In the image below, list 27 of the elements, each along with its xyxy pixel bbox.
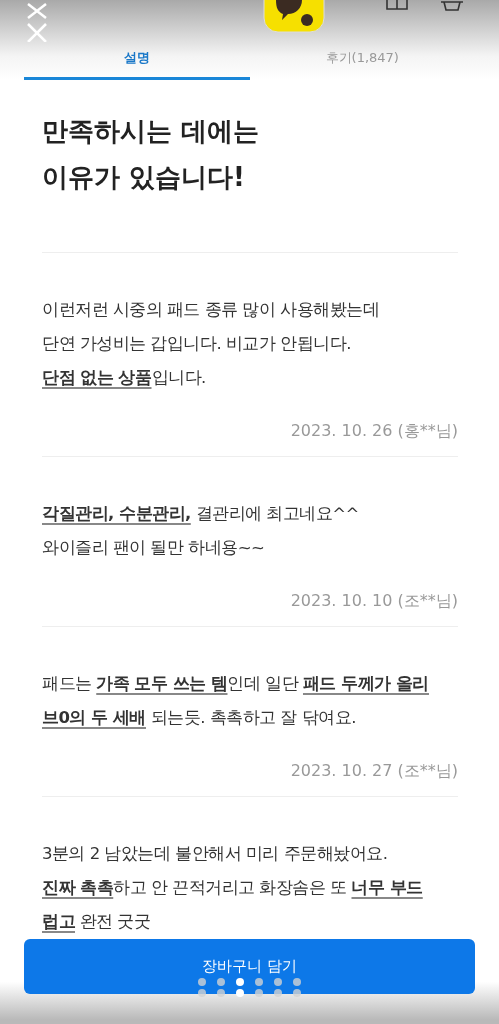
- review-text: 패드는 가족 모두 쓰는 템인데 일단 패드 두께가 올리 브0의 두 세배 되는듯. 촉촉하고 잘 닦여요.: [42, 673, 430, 729]
- page-dot[interactable]: [255, 989, 263, 997]
- add-to-cart-button[interactable]: 장바구니 담기: [24, 939, 475, 994]
- grid-icon[interactable]: [386, 0, 408, 10]
- page-dot[interactable]: [217, 978, 225, 986]
- page-dot[interactable]: [255, 978, 263, 986]
- close-icon[interactable]: [26, 0, 48, 42]
- tab[interactable]: 설명: [24, 38, 250, 80]
- page-dot[interactable]: [198, 989, 206, 997]
- tab[interactable]: 후기(1,847): [249, 38, 475, 80]
- review-date: 2023. 10. 26 (홍**님): [290, 421, 458, 442]
- review-text: 이런저런 시중의 패드 종류 많이 사용해봤는데 단연 가성비는 갑입니다. 비교가 안됩니다. 단점 없는 상품입니다.: [42, 299, 381, 389]
- page-dot[interactable]: [236, 978, 244, 986]
- review-text: 각질관리, 수분관리, 결관리에 최고네요^^ 와이즐리 팬이 될만 하네용~~: [42, 503, 360, 559]
- page-dot[interactable]: [293, 989, 301, 997]
- page-dot[interactable]: [217, 989, 225, 997]
- review-text: 3분의 2 남았는데 불안해서 미리 주문해놨어요. 진짜 촉촉하고 안 끈적거리고 화장솜은 또 너무 부드 럽고 완전 굿굿: [42, 843, 424, 933]
- page-dot[interactable]: [198, 978, 206, 986]
- chat-bubble-logo-icon: [262, 0, 326, 34]
- review-date: 2023. 10. 27 (조**님): [290, 761, 458, 782]
- page-dot[interactable]: [293, 978, 301, 986]
- page-dot[interactable]: [274, 989, 282, 997]
- page-dot[interactable]: [274, 978, 282, 986]
- cart-icon[interactable]: [440, 0, 464, 12]
- review-date: 2023. 10. 10 (조**님): [290, 591, 458, 612]
- page-dot[interactable]: [236, 989, 244, 997]
- section-heading: 만족하시는 데에는 이유가 있습니다!: [42, 108, 458, 253]
